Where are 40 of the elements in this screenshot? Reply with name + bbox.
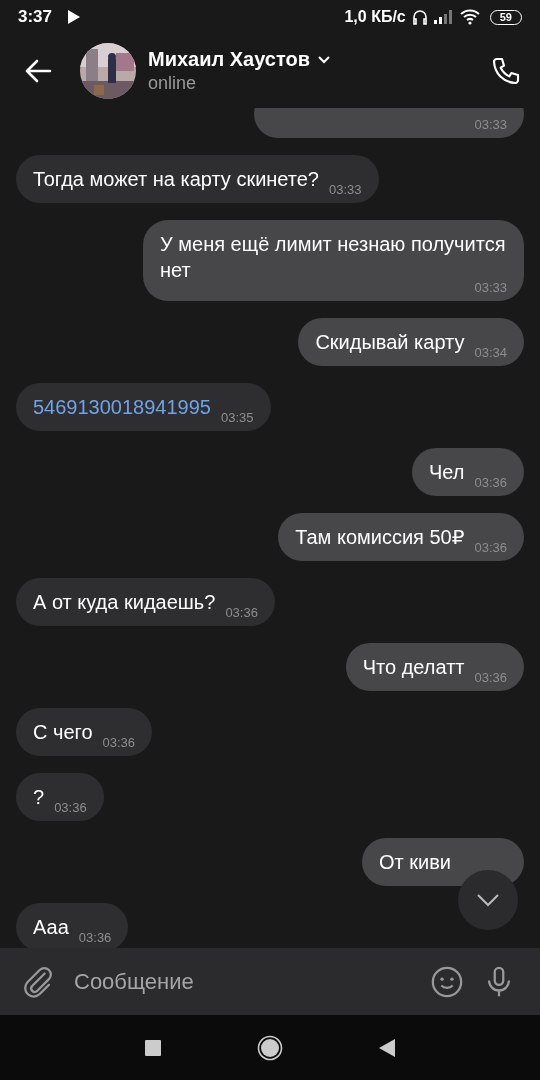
back-button[interactable] xyxy=(379,1038,395,1057)
chevron-down-icon[interactable] xyxy=(318,55,330,64)
message-time: 03:36 xyxy=(474,541,507,555)
message-time: 03:36 xyxy=(54,801,87,815)
network-speed: 1,0 КБ/с xyxy=(344,8,406,26)
status-time: 3:37 xyxy=(18,7,53,27)
message-text: Тогда может на карту скинете? xyxy=(33,167,319,192)
message-text: Что делатт xyxy=(362,655,465,680)
message-text: ? xyxy=(33,785,45,810)
card-number-link[interactable]: 5469130018941995 xyxy=(33,394,211,420)
message-text: У меня ещё лимит незнаю получится нет xyxy=(160,232,507,283)
chevron-down-icon xyxy=(476,893,500,907)
emoji-icon[interactable] xyxy=(430,964,464,999)
wifi-icon xyxy=(459,9,480,25)
play-icon xyxy=(68,10,81,24)
message-time: 03:33 xyxy=(329,183,362,197)
message-time: 03:36 xyxy=(102,736,136,750)
message-time: 03:36 xyxy=(225,606,258,620)
home-button[interactable] xyxy=(257,1034,283,1061)
message-text: С чего xyxy=(33,720,93,745)
message-time: 03:36 xyxy=(474,671,507,685)
signal-icon xyxy=(433,10,454,24)
message-text: Чел xyxy=(429,460,465,485)
message-text: Ааа xyxy=(33,915,69,940)
message-time: 03:35 xyxy=(220,411,254,425)
contact-status: online xyxy=(148,73,198,94)
message-time: 03:36 xyxy=(474,476,507,490)
back-arrow-icon[interactable] xyxy=(24,59,52,83)
message-text: Там комиссия 50₽ xyxy=(295,525,465,550)
contact-name[interactable]: Михаил Хаустов xyxy=(148,48,310,71)
phone-icon[interactable] xyxy=(490,55,522,87)
message-text: Скидывай карту xyxy=(315,330,465,355)
message-time: 03:36 xyxy=(78,931,112,945)
recents-button[interactable] xyxy=(145,1039,161,1056)
message-text: А от куда кидаешь? xyxy=(33,590,216,615)
message-time: 03:33 xyxy=(474,281,507,295)
headphones-icon xyxy=(411,9,428,25)
message-text: От киви xyxy=(379,850,451,875)
message-time: 03:33 xyxy=(474,118,507,132)
message-time: 03:34 xyxy=(474,346,507,360)
